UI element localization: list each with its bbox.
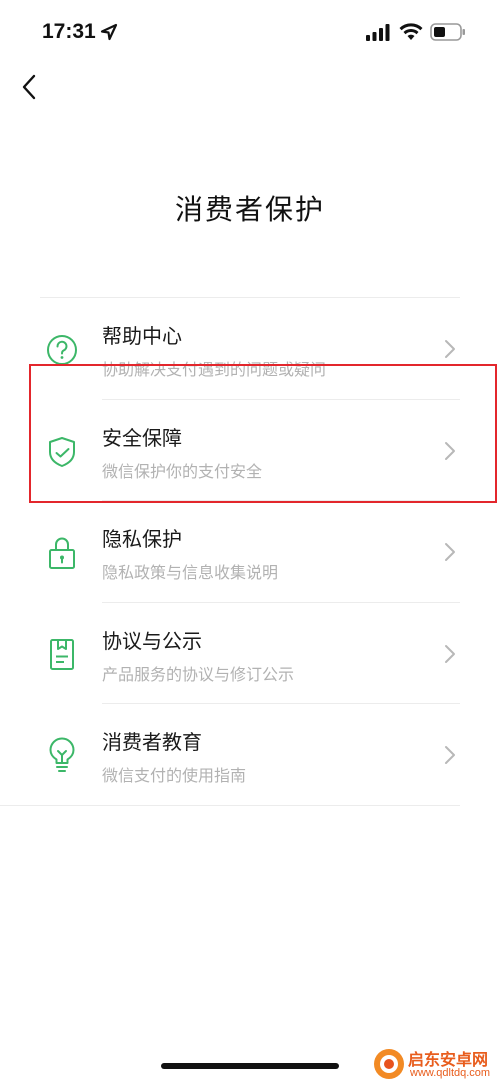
page-title: 消费者保护	[174, 193, 325, 226]
menu-item-label: 隐私保护	[102, 527, 182, 551]
menu-item-privacy[interactable]: 隐私保护 隐私政策与信息收集说明	[40, 501, 460, 603]
menu-item-label: 帮助中心	[102, 324, 182, 348]
chevron-right-icon	[445, 340, 455, 358]
wifi-icon	[399, 23, 423, 40]
lock-icon	[49, 537, 75, 569]
cellular-signal-icon	[366, 24, 390, 41]
status-time: 17:31	[42, 20, 96, 43]
chevron-right-icon	[445, 746, 455, 764]
highlight-annotation-box	[29, 364, 497, 503]
chevron-right-icon	[445, 644, 455, 663]
document-icon	[50, 638, 74, 670]
battery-icon	[430, 23, 465, 41]
home-indicator[interactable]	[161, 1063, 339, 1069]
menu-item-label: 协议与公示	[102, 628, 202, 653]
back-button[interactable]	[14, 72, 44, 102]
question-circle-icon	[47, 335, 77, 365]
chevron-left-icon	[22, 74, 36, 100]
menu-item-consumer-education[interactable]: 消费者教育 微信支付的使用指南	[0, 704, 460, 806]
menu-item-subtitle: 微信支付的使用指南	[102, 766, 247, 785]
status-bar: 17:31	[0, 0, 500, 64]
watermark: 启东安卓网 www.qdltdq.com	[372, 1043, 500, 1083]
chevron-right-icon	[445, 543, 455, 561]
menu-item-subtitle: 隐私政策与信息收集说明	[102, 563, 279, 582]
watermark-logo-icon	[374, 1049, 404, 1079]
menu-item-agreements[interactable]: 协议与公示 产品服务的协议与修订公示	[40, 603, 460, 704]
menu-item-subtitle: 产品服务的协议与修订公示	[102, 664, 295, 684]
watermark-url: www.qdltdq.com	[410, 1067, 491, 1079]
menu-item-label: 消费者教育	[102, 730, 202, 754]
location-arrow-icon	[100, 23, 118, 41]
